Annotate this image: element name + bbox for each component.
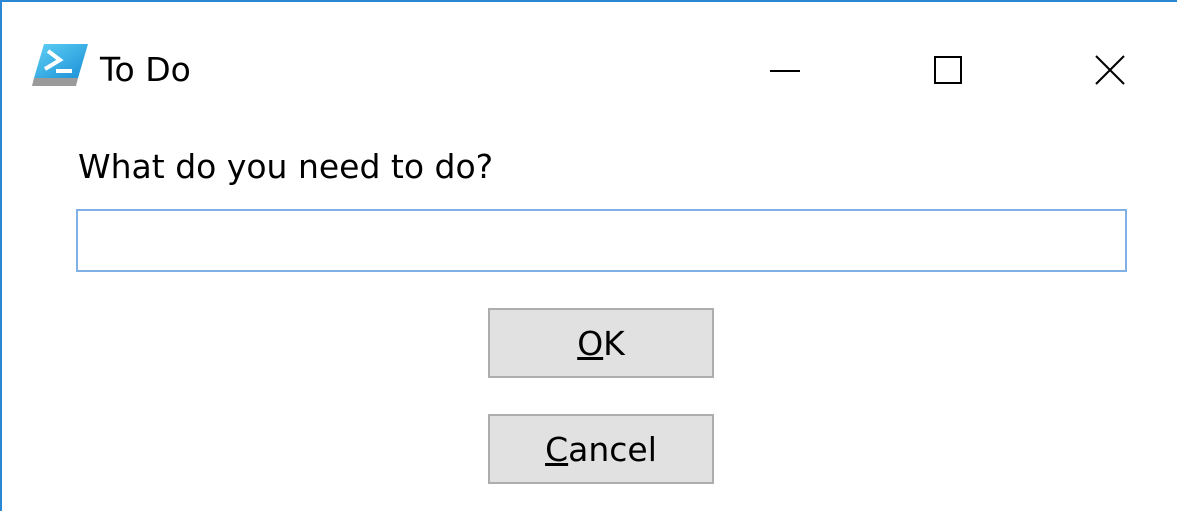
dialog-window: To Do What do you need to do? O K C ance… xyxy=(0,0,1177,511)
powershell-icon xyxy=(32,42,90,90)
maximize-icon xyxy=(932,54,964,90)
maximize-button[interactable] xyxy=(905,32,991,112)
window-title: To Do xyxy=(100,50,191,89)
cancel-button[interactable]: Cancel xyxy=(488,414,714,484)
ok-mnemonic: O xyxy=(577,323,604,363)
prompt-label: What do you need to do? xyxy=(78,147,494,186)
ok-label-rest: K xyxy=(603,323,625,363)
cancel-label-rest: ancel xyxy=(568,429,657,469)
ok-button[interactable]: OK xyxy=(488,308,714,378)
minimize-button[interactable] xyxy=(742,32,828,112)
cancel-mnemonic: C xyxy=(545,429,569,469)
close-button[interactable] xyxy=(1067,32,1153,112)
minimize-icon xyxy=(769,54,801,90)
close-icon xyxy=(1093,53,1127,91)
todo-input[interactable] xyxy=(76,209,1127,272)
title-bar[interactable]: To Do xyxy=(2,2,1177,90)
